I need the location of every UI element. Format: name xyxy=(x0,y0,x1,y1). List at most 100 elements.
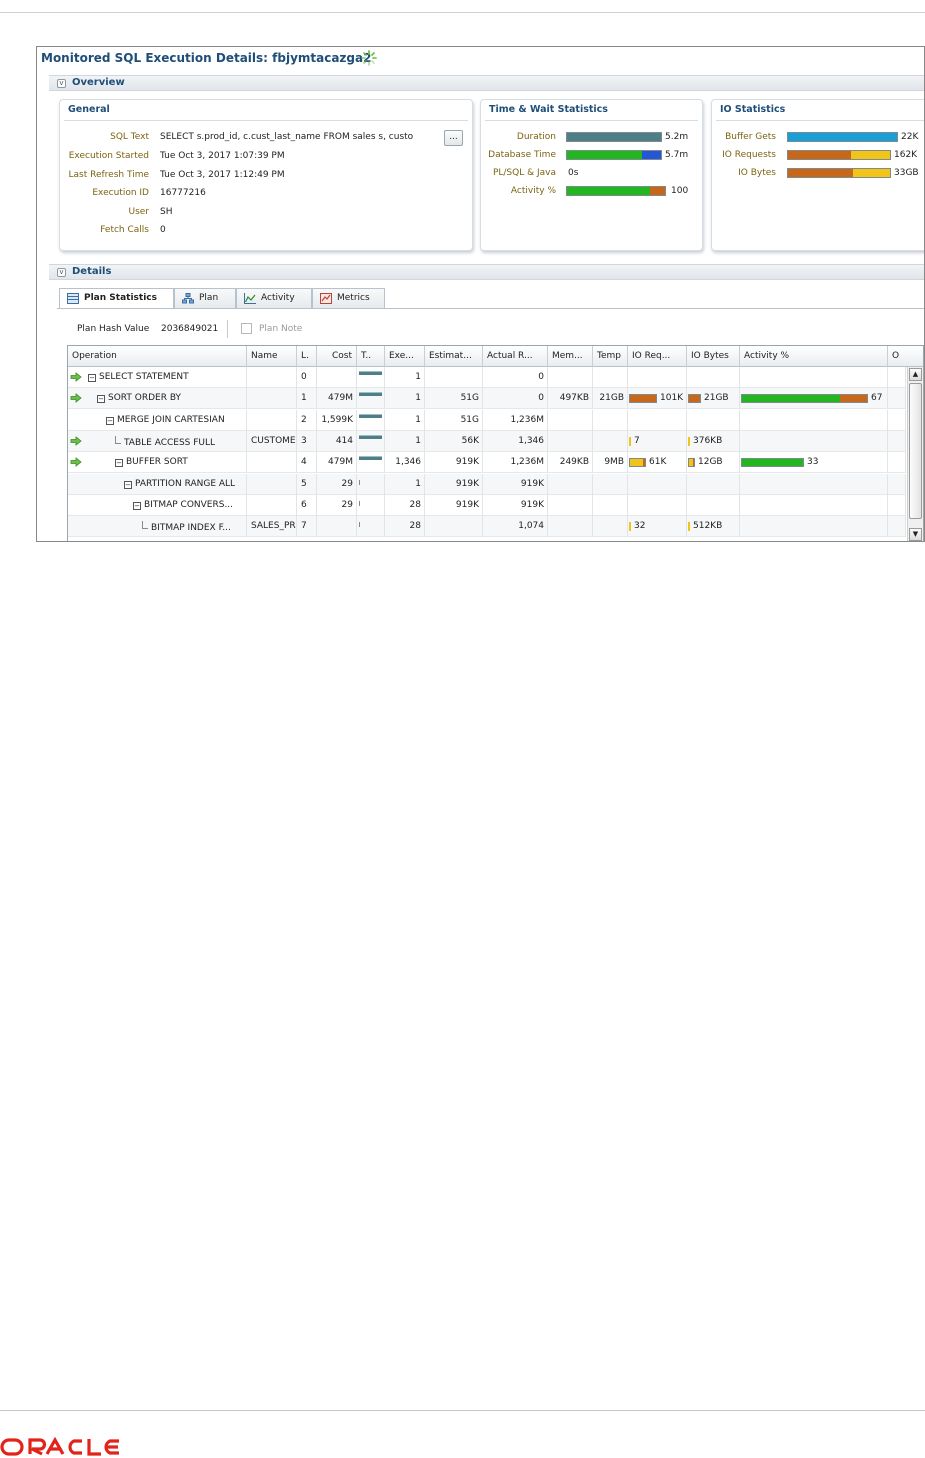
tree-connector xyxy=(115,435,121,444)
io-requests-cell: 101K xyxy=(628,388,687,410)
activity-cell: 33 xyxy=(740,452,888,474)
object-name-cell xyxy=(247,473,297,495)
oracle-logo xyxy=(0,1436,119,1456)
footer-rule xyxy=(0,1410,925,1411)
collapse-node-icon[interactable]: − xyxy=(97,395,105,404)
collapse-node-icon[interactable]: − xyxy=(124,480,132,489)
column-header-io-bytes[interactable]: IO Bytes xyxy=(687,346,740,367)
timeline-bar xyxy=(359,434,382,439)
collapse-node-icon[interactable]: − xyxy=(106,416,114,425)
divider xyxy=(716,120,924,121)
activity-value: 100 xyxy=(671,186,689,196)
column-header-other[interactable]: O xyxy=(888,346,924,367)
activity-value: 33 xyxy=(807,457,819,468)
table-row[interactable]: − PARTITION RANGE ALL 5 29 1 919K 919K xyxy=(68,473,906,495)
activity-bar xyxy=(741,458,804,468)
operation-cell: − BITMAP CONVERS... xyxy=(68,494,247,516)
column-header-activity[interactable]: Activity % xyxy=(740,346,888,367)
details-label: Details xyxy=(72,266,112,277)
scroll-down-icon[interactable]: ▼ xyxy=(909,528,922,541)
details-section-header[interactable]: v Details xyxy=(49,264,924,280)
tab-activity[interactable]: Activity xyxy=(236,288,312,308)
database-time-label: Database Time xyxy=(488,150,556,160)
operation-cell: − PARTITION RANGE ALL xyxy=(68,473,247,495)
io-bytes-bar xyxy=(688,394,701,404)
execution-started-value: Tue Oct 3, 2017 1:07:39 PM xyxy=(160,151,285,161)
io-requests-cell xyxy=(628,473,687,495)
column-header-io-requests[interactable]: IO Req... xyxy=(628,346,687,367)
timeline-bar xyxy=(359,456,382,461)
column-header-timeline[interactable]: T.. xyxy=(357,346,385,367)
memory-cell xyxy=(548,430,593,452)
io-requests-cell: 61K xyxy=(628,452,687,474)
estimated-rows-cell: 51G xyxy=(425,388,483,410)
duration-bar xyxy=(566,132,662,142)
actual-rows-cell: 1,236M xyxy=(483,409,548,431)
plan-note-label: Plan Note xyxy=(259,324,303,334)
memory-cell: 497KB xyxy=(548,388,593,410)
activity-cell xyxy=(740,409,888,431)
vertical-scrollbar[interactable]: ▲ ▼ xyxy=(907,367,923,541)
cost-cell: 1,599K xyxy=(317,409,357,431)
column-header-operation[interactable]: Operation xyxy=(68,346,247,367)
memory-cell xyxy=(548,409,593,431)
column-header-actual-rows[interactable]: Actual R... xyxy=(483,346,548,367)
actual-rows-cell: 919K xyxy=(483,494,548,516)
timeline-cell xyxy=(357,367,385,388)
memory-cell: 249KB xyxy=(548,452,593,474)
activity-cell: 67 xyxy=(740,388,888,410)
operation-label: BITMAP INDEX F... xyxy=(151,523,231,534)
overview-section-header[interactable]: v Overview xyxy=(49,75,924,91)
operation-label: BUFFER SORT xyxy=(126,457,188,468)
column-header-temp[interactable]: Temp xyxy=(593,346,628,367)
tab-label: Plan Statistics xyxy=(84,293,157,303)
io-requests-cell xyxy=(628,409,687,431)
table-row[interactable]: − MERGE JOIN CARTESIAN 2 1,599K 1 51G 1,236M xyxy=(68,409,906,431)
collapse-toggle-icon[interactable]: v xyxy=(57,268,66,277)
scroll-thumb[interactable] xyxy=(909,383,922,519)
estimated-rows-cell: 51G xyxy=(425,409,483,431)
temp-cell xyxy=(593,430,628,452)
column-header-cost[interactable]: Cost xyxy=(317,346,357,367)
column-header-name[interactable]: Name xyxy=(247,346,297,367)
io-requests-value: 61K xyxy=(649,457,667,468)
collapse-node-icon[interactable]: − xyxy=(88,374,96,382)
object-name-cell xyxy=(247,388,297,410)
chart-icon xyxy=(244,293,256,304)
tab-plan-statistics[interactable]: Plan Statistics xyxy=(59,288,174,309)
tab-metrics[interactable]: Metrics xyxy=(312,288,385,308)
column-header-memory[interactable]: Mem... xyxy=(548,346,593,367)
column-header-estimated-rows[interactable]: Estimat... xyxy=(425,346,483,367)
io-requests-bar xyxy=(629,458,646,468)
line-id-cell: 1 xyxy=(297,388,317,410)
io-bytes-cell xyxy=(687,409,740,431)
plan-note-checkbox[interactable] xyxy=(241,323,252,334)
io-requests-bar xyxy=(629,394,657,404)
line-id-cell: 7 xyxy=(297,516,317,538)
table-row[interactable]: TABLE ACCESS FULL CUSTOME 3 414 1 56K 1,346 7 37… xyxy=(68,430,906,452)
table-row[interactable]: − BITMAP CONVERS... 6 29 28 919K 919K xyxy=(68,494,906,516)
table-icon xyxy=(67,293,79,304)
execution-id-label: Execution ID xyxy=(92,188,149,198)
collapse-toggle-icon[interactable]: v xyxy=(57,79,66,88)
io-requests-cell xyxy=(628,367,687,388)
estimated-rows-cell: 56K xyxy=(425,430,483,452)
scroll-up-icon[interactable]: ▲ xyxy=(909,368,922,381)
buffer-gets-label: Buffer Gets xyxy=(725,132,776,142)
operation-label: TABLE ACCESS FULL xyxy=(124,437,216,448)
temp-cell xyxy=(593,516,628,538)
column-header-executions[interactable]: Exe... xyxy=(385,346,425,367)
collapse-node-icon[interactable]: − xyxy=(115,459,123,468)
memory-cell xyxy=(548,494,593,516)
column-header-line[interactable]: L. xyxy=(297,346,317,367)
tab-plan[interactable]: Plan xyxy=(174,288,236,308)
table-row[interactable]: − BUFFER SORT 4 479M 1,346 919K 1,236M 249KB 9MB… xyxy=(68,452,906,474)
collapse-node-icon[interactable]: − xyxy=(133,501,141,510)
operation-cell: − BUFFER SORT xyxy=(68,452,247,474)
sql-text-more-button[interactable]: ... xyxy=(444,130,463,146)
table-row[interactable]: − SORT ORDER BY 1 479M 1 51G 0 497KB 21GB 101K 21G… xyxy=(68,388,906,410)
line-id-cell: 6 xyxy=(297,494,317,516)
table-row[interactable]: − SELECT STATEMENT 0 1 0 xyxy=(68,367,906,388)
table-row[interactable]: BITMAP INDEX F... SALES_PR 7 28 1,074 32 512KB xyxy=(68,516,906,538)
other-cell xyxy=(888,367,906,388)
